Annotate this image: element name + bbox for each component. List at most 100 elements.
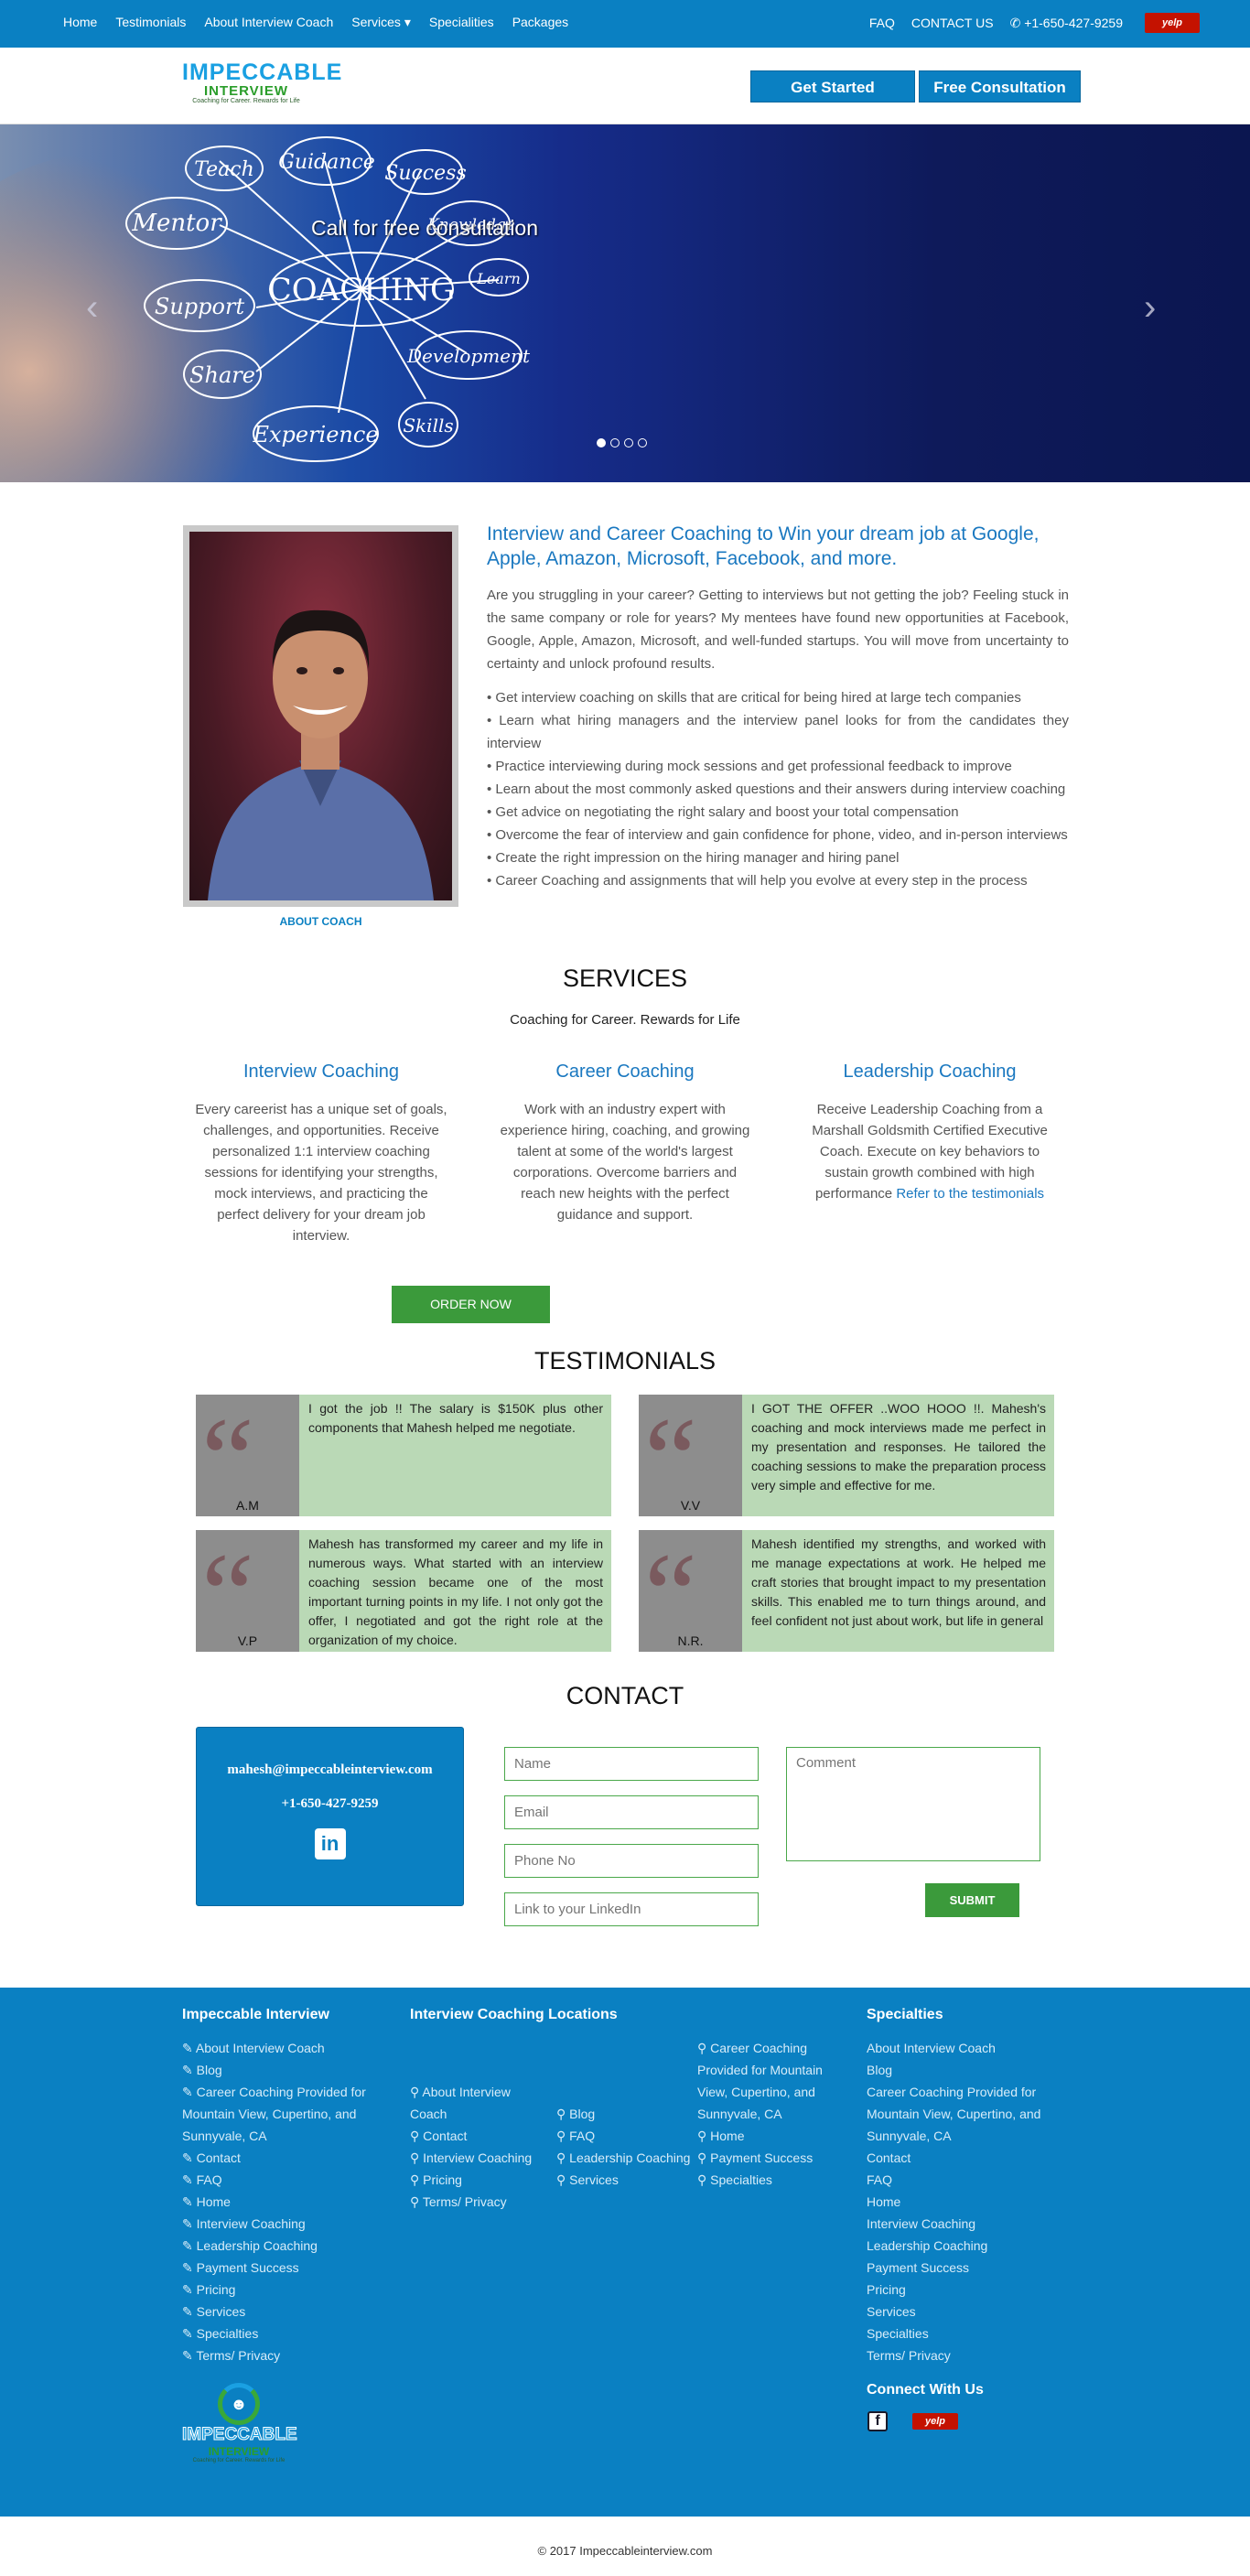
nav-testimonials[interactable]: Testimonials bbox=[115, 15, 186, 30]
footer-link[interactable]: Blog bbox=[867, 2059, 1063, 2081]
footer-link[interactable]: ⚲ Services bbox=[556, 2169, 694, 2191]
nav-about-coach[interactable]: About Interview Coach bbox=[204, 15, 333, 30]
contact-phone[interactable]: +1-650-427-9259 bbox=[197, 1796, 463, 1812]
footer-link[interactable]: ✎ Pricing bbox=[182, 2279, 379, 2301]
footer-link[interactable]: Career Coaching Provided for Mountain Vi… bbox=[867, 2081, 1063, 2147]
footer-link[interactable]: ⚲ Contact bbox=[410, 2125, 538, 2147]
footer-link[interactable]: ✎ FAQ bbox=[182, 2169, 379, 2191]
service-leadership-coaching: Leadership Coaching Receive Leadership C… bbox=[802, 1062, 1058, 1204]
footer-link[interactable]: ✎ About Interview Coach bbox=[182, 2037, 379, 2059]
contact-email[interactable]: mahesh@impeccableinterview.com bbox=[197, 1762, 463, 1778]
service-text: Receive Leadership Coaching from a Marsh… bbox=[802, 1099, 1058, 1204]
footer-link[interactable]: ⚲ Career Coaching Provided for Mountain … bbox=[697, 2037, 835, 2125]
nav-phone[interactable]: ✆ +1-650-427-9259 bbox=[1010, 16, 1123, 31]
footer-link[interactable]: ✎ Interview Coaching bbox=[182, 2213, 379, 2235]
footer-link[interactable]: ⚲ Home bbox=[697, 2125, 835, 2147]
order-now-button[interactable]: ORDER NOW bbox=[392, 1286, 550, 1323]
contact-heading: CONTACT bbox=[566, 1682, 684, 1709]
nav-home[interactable]: Home bbox=[63, 15, 97, 30]
facebook-icon[interactable]: f bbox=[867, 2411, 888, 2431]
carousel-dot-2[interactable] bbox=[610, 438, 620, 447]
testimonial-text: I GOT THE OFFER ..WOO HOOO !!. Mahesh's … bbox=[751, 1401, 1046, 1493]
get-started-button[interactable]: Get Started bbox=[750, 70, 915, 102]
footer-link[interactable]: ⚲ Blog bbox=[556, 2103, 694, 2125]
footer-link[interactable]: ✎ Leadership Coaching bbox=[182, 2235, 379, 2257]
about-coach-link[interactable]: ABOUT COACH bbox=[183, 915, 458, 928]
services-heading: SERVICES bbox=[562, 965, 688, 992]
footer-col2-title: Interview Coaching Locations bbox=[410, 2007, 618, 2022]
nav-services-dropdown[interactable]: Services ▾ bbox=[351, 15, 411, 30]
footer-link[interactable]: ✎ Career Coaching Provided for Mountain … bbox=[182, 2081, 379, 2147]
linkedin-url-input[interactable] bbox=[504, 1892, 759, 1926]
site-logo[interactable]: IMPECCABLE INTERVIEW Coaching for Career… bbox=[182, 59, 343, 113]
footer-link[interactable]: Terms/ Privacy bbox=[867, 2344, 1063, 2366]
footer-link[interactable]: ✎ Services bbox=[182, 2301, 379, 2323]
footer-link[interactable]: Services bbox=[867, 2301, 1063, 2323]
footer-link[interactable]: ✎ Blog bbox=[182, 2059, 379, 2081]
testimonials-link[interactable]: Refer to the testimonials bbox=[896, 1186, 1044, 1202]
logo-line1: IMPECCABLE bbox=[182, 59, 343, 85]
testimonial-card: “V.V I GOT THE OFFER ..WOO HOOO !!. Mahe… bbox=[639, 1395, 1054, 1519]
footer-link[interactable]: ✎ Home bbox=[182, 2191, 379, 2213]
footer-link[interactable]: ⚲ Pricing bbox=[410, 2169, 538, 2191]
footer-link[interactable]: ⚲ FAQ bbox=[556, 2125, 694, 2147]
footer-link[interactable]: ✎ Terms/ Privacy bbox=[182, 2344, 379, 2366]
footer-link[interactable]: Pricing bbox=[867, 2279, 1063, 2301]
nav-packages[interactable]: Packages bbox=[512, 15, 568, 30]
coach-photo-frame bbox=[183, 525, 458, 907]
footer-logo[interactable]: ☻ IMPECCABLE INTERVIEW Coaching for Care… bbox=[182, 2383, 297, 2482]
footer-link[interactable]: ✎ Payment Success bbox=[182, 2257, 379, 2279]
footer-link[interactable]: ⚲ Interview Coaching bbox=[410, 2147, 538, 2169]
carousel-dot-3[interactable] bbox=[624, 438, 633, 447]
hero-word-coaching: COACHING bbox=[268, 272, 455, 308]
footer-link[interactable]: Interview Coaching bbox=[867, 2213, 1063, 2235]
logo-tagline: Coaching for Career. Rewards for Life bbox=[192, 98, 300, 104]
contact-info-box: mahesh@impeccableinterview.com +1-650-42… bbox=[196, 1727, 464, 1906]
footer-link[interactable]: ⚲ Payment Success bbox=[697, 2147, 835, 2169]
testimonial-card: “A.M I got the job !! The salary is $150… bbox=[196, 1395, 611, 1519]
hero-caption: Call for free consultation bbox=[311, 216, 539, 240]
nav-contact-us[interactable]: CONTACT US bbox=[911, 16, 994, 30]
service-title[interactable]: Career Coaching bbox=[497, 1062, 753, 1083]
hero-carousel: Teach Guidance Success Mentor Knowledge … bbox=[0, 124, 1250, 482]
footer-link[interactable]: ⚲ About Interview Coach bbox=[410, 2081, 538, 2125]
service-title[interactable]: Leadership Coaching bbox=[802, 1062, 1058, 1083]
footer-yelp-icon[interactable]: yelp bbox=[912, 2413, 958, 2430]
linkedin-icon[interactable]: in bbox=[314, 1828, 346, 1859]
footer-link[interactable]: Payment Success bbox=[867, 2257, 1063, 2279]
submit-button[interactable]: SUBMIT bbox=[925, 1883, 1019, 1917]
comment-textarea[interactable] bbox=[786, 1747, 1040, 1861]
footer-link[interactable]: Leadership Coaching bbox=[867, 2235, 1063, 2257]
footer-link[interactable]: ✎ Contact bbox=[182, 2147, 379, 2169]
footer-link[interactable]: Specialties bbox=[867, 2323, 1063, 2344]
footer-link[interactable]: Home bbox=[867, 2191, 1063, 2213]
intro-paragraph: Are you struggling in your career? Getti… bbox=[487, 587, 1069, 672]
footer-link[interactable]: About Interview Coach bbox=[867, 2037, 1063, 2059]
carousel-dot-4[interactable] bbox=[638, 438, 647, 447]
testimonial-text: Mahesh has transformed my career and my … bbox=[308, 1536, 603, 1647]
intro-bullet-list: • Get interview coaching on skills that … bbox=[487, 686, 1069, 892]
carousel-dot-1[interactable] bbox=[597, 438, 606, 447]
service-title[interactable]: Interview Coaching bbox=[193, 1062, 449, 1083]
footer-link[interactable]: ⚲ Terms/ Privacy bbox=[410, 2191, 538, 2213]
nav-specialities[interactable]: Specialities bbox=[429, 15, 494, 30]
footer-link[interactable]: FAQ bbox=[867, 2169, 1063, 2191]
carousel-prev-icon[interactable]: ‹ bbox=[86, 287, 98, 329]
intro-bullet: • Get interview coaching on skills that … bbox=[487, 690, 1021, 706]
footer-col3-links: About Interview Coach Blog Career Coachi… bbox=[867, 2037, 1063, 2366]
hero-word-experience: Experience bbox=[252, 422, 378, 447]
phone-input[interactable] bbox=[504, 1844, 759, 1878]
footer-link[interactable]: Contact bbox=[867, 2147, 1063, 2169]
email-input[interactable] bbox=[504, 1795, 759, 1829]
free-consultation-button[interactable]: Free Consultation bbox=[919, 70, 1081, 102]
yelp-icon[interactable]: yelp bbox=[1145, 13, 1200, 33]
carousel-next-icon[interactable]: › bbox=[1144, 287, 1156, 329]
footer-link[interactable]: ✎ Specialties bbox=[182, 2323, 379, 2344]
quote-icon: “N.R. bbox=[639, 1530, 742, 1654]
footer-link[interactable]: ⚲ Specialties bbox=[697, 2169, 835, 2191]
nav-faq[interactable]: FAQ bbox=[869, 16, 895, 30]
logo-line2: INTERVIEW bbox=[203, 83, 289, 99]
footer-link[interactable]: ⚲ Leadership Coaching bbox=[556, 2147, 694, 2169]
name-input[interactable] bbox=[504, 1747, 759, 1781]
footer-col2b-links: ⚲ Blog ⚲ FAQ ⚲ Leadership Coaching ⚲ Ser… bbox=[556, 2103, 694, 2191]
